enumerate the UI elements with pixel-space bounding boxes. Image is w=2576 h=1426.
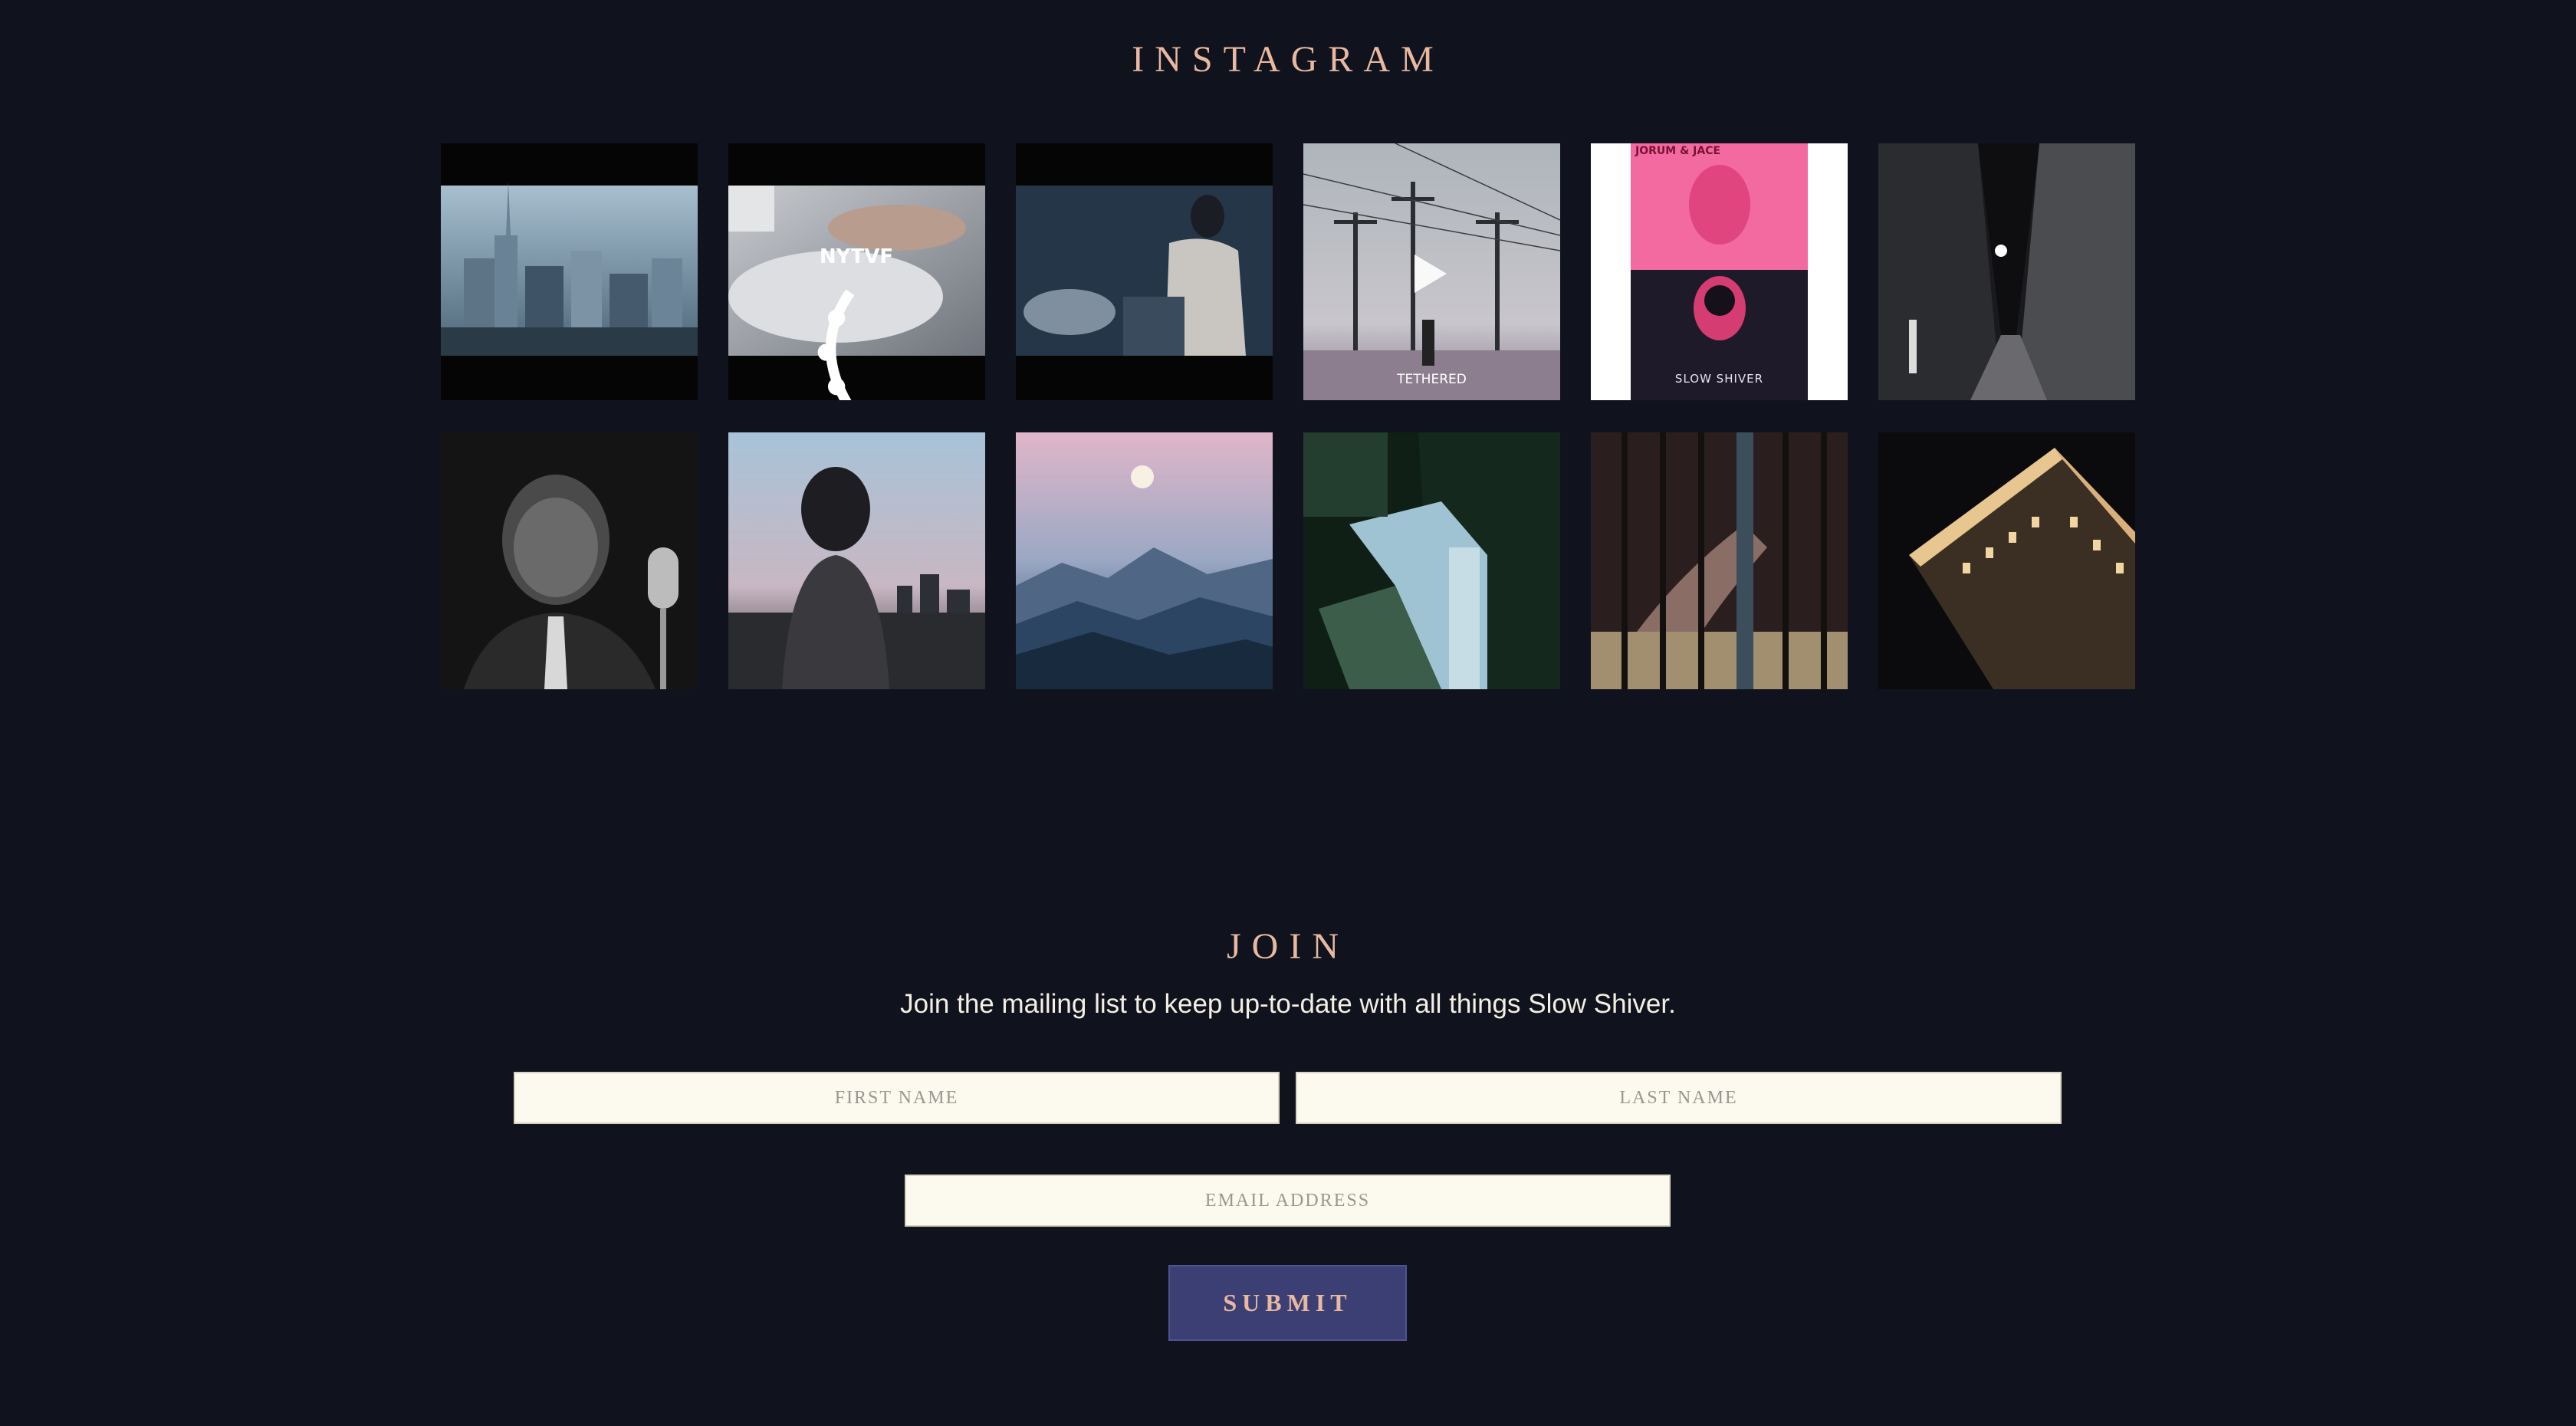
instagram-post-tethered[interactable]: TETHERED	[1303, 143, 1560, 400]
submit-button[interactable]: SUBMIT	[1168, 1265, 1407, 1341]
instagram-post-man-on-bed[interactable]	[1016, 143, 1273, 400]
laurel-icon: NYTVF	[799, 224, 914, 400]
blinds-image	[1591, 432, 1848, 689]
silhouette-image	[728, 432, 985, 689]
instagram-post-poster[interactable]: JORUM & JACE SLOW SHIVER	[1591, 143, 1848, 400]
instagram-post-teal-building[interactable]	[1303, 432, 1560, 689]
instagram-grid: NYTVF TETHERED JORUM & JACE SLOW SHIVER	[441, 143, 2136, 689]
email-field[interactable]	[905, 1175, 1671, 1227]
join-subtitle: Join the mailing list to keep up-to-date…	[900, 989, 1676, 1019]
instagram-title: INSTAGRAM	[1132, 39, 1444, 80]
instagram-post-lit-building[interactable]	[1878, 432, 2135, 689]
poster-top-text: JORUM & JACE	[1635, 145, 1721, 157]
first-name-field[interactable]	[514, 1072, 1280, 1124]
instagram-post-nytvf[interactable]: NYTVF	[728, 143, 985, 400]
instagram-post-city-skyline[interactable]	[441, 143, 698, 400]
moon-mountains-image	[1016, 432, 1273, 689]
instagram-post-moon-mountains[interactable]	[1016, 432, 1273, 689]
city-skyline-image	[441, 143, 698, 400]
play-icon[interactable]	[1414, 255, 1447, 293]
join-title: JOIN	[1227, 926, 1349, 967]
instagram-post-silhouette[interactable]	[728, 432, 985, 689]
laurel-text: NYTVF	[819, 245, 894, 268]
poster-bottom-text: SLOW SHIVER	[1674, 372, 1764, 386]
man-on-bed-image	[1016, 143, 1273, 400]
last-name-field[interactable]	[1296, 1072, 2062, 1124]
pink-poster-image	[1591, 143, 1848, 400]
instagram-post-alley[interactable]	[1878, 143, 2135, 400]
lit-building-image	[1878, 432, 2135, 689]
portrait-image	[441, 432, 698, 689]
teal-building-image	[1303, 432, 1560, 689]
instagram-post-blinds[interactable]	[1591, 432, 1848, 689]
alley-image	[1878, 143, 2135, 400]
instagram-post-portrait[interactable]	[441, 432, 698, 689]
video-caption: TETHERED	[1397, 372, 1467, 387]
